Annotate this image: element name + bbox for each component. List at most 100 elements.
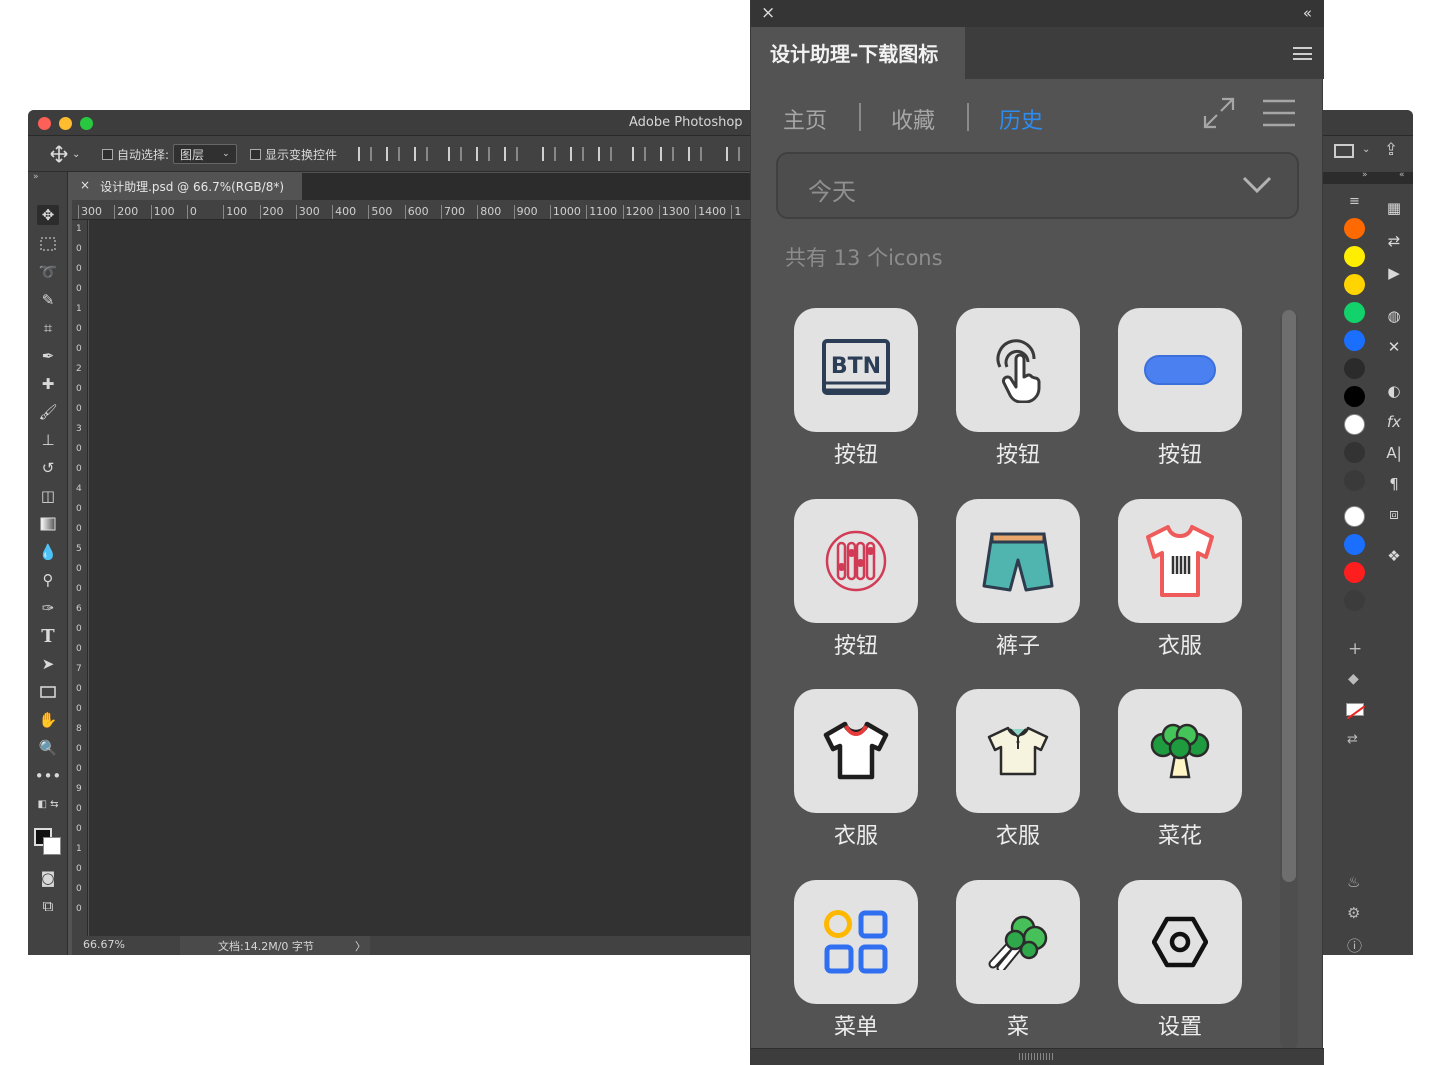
color-swatch[interactable] [1344, 590, 1365, 611]
align-top-icon[interactable] [358, 147, 372, 161]
more-tools-icon[interactable]: ••• [35, 766, 62, 786]
color-swatch[interactable] [1344, 442, 1365, 463]
icon-tile[interactable] [956, 499, 1080, 623]
date-filter-select[interactable]: 今天 [776, 152, 1299, 219]
history-brush-tool-icon[interactable]: ↺ [37, 458, 59, 478]
add-swatch-icon[interactable]: + [1348, 639, 1362, 659]
color-swatch[interactable] [1344, 534, 1365, 555]
icon-tile[interactable] [1118, 499, 1242, 623]
icon-tile[interactable] [1118, 308, 1242, 432]
color-swatch[interactable] [1344, 414, 1365, 435]
icon-card[interactable]: 衣服 [794, 689, 918, 850]
color-swatch[interactable] [1344, 562, 1365, 583]
color-swatch[interactable] [1344, 470, 1365, 491]
panels-collapse-icon[interactable]: « [1399, 170, 1405, 180]
channels-icon[interactable]: ◍ [1384, 306, 1404, 326]
icon-tile[interactable] [794, 880, 918, 1004]
icon-tile[interactable] [956, 880, 1080, 1004]
quick-select-tool-icon[interactable]: ✎ [37, 290, 59, 310]
auto-select-checkbox[interactable] [102, 148, 113, 160]
lasso-tool-icon[interactable]: ➰ [37, 262, 59, 282]
collapse-panel-icon[interactable]: « [1303, 4, 1312, 22]
scrollbar-thumb[interactable] [1282, 310, 1296, 882]
styles-fx-icon[interactable]: fx [1384, 412, 1404, 432]
icon-card[interactable]: 菜 [956, 880, 1080, 1041]
hand-tool-icon[interactable]: ✋ [37, 710, 59, 730]
screen-mode-icon[interactable]: ⧉ [37, 896, 59, 916]
character-icon[interactable]: A| [1384, 443, 1404, 463]
default-colors-icon[interactable]: ◧ ⇆ [37, 794, 59, 814]
adjustments-icon[interactable]: ◐ [1384, 381, 1404, 401]
doc-size-info[interactable]: 文档:14.2M/0 字节 〉 [180, 936, 370, 955]
distribute-vcenter-icon[interactable] [570, 147, 584, 161]
icon-card[interactable]: 按钮 [794, 499, 918, 660]
swap-colors-icon[interactable]: ⇄ [1347, 732, 1358, 747]
color-swatch[interactable] [1344, 506, 1365, 527]
align-bottom-icon[interactable] [414, 147, 428, 161]
dodge-tool-icon[interactable]: ⚲ [37, 570, 59, 590]
tab-favorites[interactable]: 收藏 [891, 103, 935, 135]
document-canvas[interactable] [89, 220, 752, 936]
icon-tile[interactable] [794, 689, 918, 813]
healing-brush-tool-icon[interactable]: ✚ [37, 374, 59, 394]
icon-card[interactable]: 设置 [1118, 880, 1242, 1041]
zoom-window-button[interactable] [80, 117, 93, 130]
distribute-left-icon[interactable] [632, 147, 646, 161]
color-swatch[interactable] [1344, 386, 1365, 407]
zoom-level[interactable]: 66.67% [83, 938, 125, 951]
brush-tool-icon[interactable]: 🖌 [37, 402, 59, 422]
icon-tile[interactable] [956, 308, 1080, 432]
list-menu-icon[interactable] [1262, 98, 1296, 128]
blur-tool-icon[interactable]: 💧 [37, 542, 59, 562]
plugin-hand-icon[interactable]: ♨ [1347, 873, 1360, 891]
tools-collapse-icon[interactable]: » [33, 172, 39, 182]
icon-card[interactable]: 裤子 [956, 499, 1080, 660]
chevron-down-icon[interactable]: ⌄ [1362, 144, 1370, 155]
show-transform-option[interactable]: 显示变换控件 [250, 144, 337, 164]
expand-icon[interactable] [1202, 96, 1236, 130]
color-swatch[interactable] [1344, 218, 1365, 239]
move-tool-icon[interactable]: ✥ [37, 205, 59, 225]
background-color-swatch[interactable] [43, 837, 61, 855]
workspace-icon[interactable] [1334, 144, 1354, 158]
icon-tile[interactable] [794, 499, 918, 623]
chevron-right-icon[interactable]: 〉 [355, 938, 366, 954]
close-panel-icon[interactable]: × [761, 3, 775, 23]
panel-menu-icon[interactable] [1293, 47, 1312, 60]
distribute-top-icon[interactable] [542, 147, 556, 161]
gradient-tool-icon[interactable] [37, 514, 59, 534]
distribute-bottom-icon[interactable] [598, 147, 612, 161]
move-tool-preset[interactable]: ⌄ [50, 144, 80, 164]
eraser-tool-icon[interactable]: ◫ [37, 486, 59, 506]
icon-card[interactable]: 衣服 [956, 689, 1080, 850]
swatch-layers-icon[interactable]: ◆ [1348, 671, 1359, 687]
icon-card[interactable]: 按钮 [1118, 308, 1242, 469]
quick-mask-icon[interactable]: ◙ [37, 868, 59, 888]
icon-card[interactable]: 衣服 [1118, 499, 1242, 660]
icon-tile[interactable] [956, 689, 1080, 813]
share-icon[interactable]: ⇪ [1384, 140, 1398, 160]
zoom-tool-icon[interactable]: 🔍 [37, 738, 59, 758]
rectangle-tool-icon[interactable] [37, 682, 59, 702]
paragraph-icon[interactable]: ¶ [1384, 474, 1404, 494]
layers-icon[interactable]: ❖ [1384, 546, 1404, 566]
swatches-expand-icon[interactable]: » [1362, 170, 1368, 180]
distribute-right-icon[interactable] [688, 147, 702, 161]
align-vcenter-icon[interactable] [386, 147, 400, 161]
icon-card[interactable]: 按钮 [956, 308, 1080, 469]
marquee-tool-icon[interactable] [37, 234, 59, 254]
crop-tool-icon[interactable]: ⌗ [37, 318, 59, 338]
color-swatch[interactable] [1344, 358, 1365, 379]
swatches-panel-icon[interactable]: ▦ [1384, 198, 1404, 218]
distribute-hcenter-icon[interactable] [660, 147, 674, 161]
color-swatch[interactable] [1344, 246, 1365, 267]
icon-tile[interactable] [1118, 880, 1242, 1004]
show-transform-checkbox[interactable] [250, 148, 261, 160]
icon-card[interactable]: 菜花 [1118, 689, 1242, 850]
type-tool-icon[interactable]: T [37, 626, 59, 647]
tab-home[interactable]: 主页 [783, 103, 827, 135]
libraries-icon[interactable]: ⇄ [1384, 231, 1404, 251]
align-left-icon[interactable] [448, 147, 462, 161]
scrollbar-track[interactable] [1280, 310, 1298, 1050]
info-icon[interactable]: ⓘ [1347, 935, 1362, 955]
